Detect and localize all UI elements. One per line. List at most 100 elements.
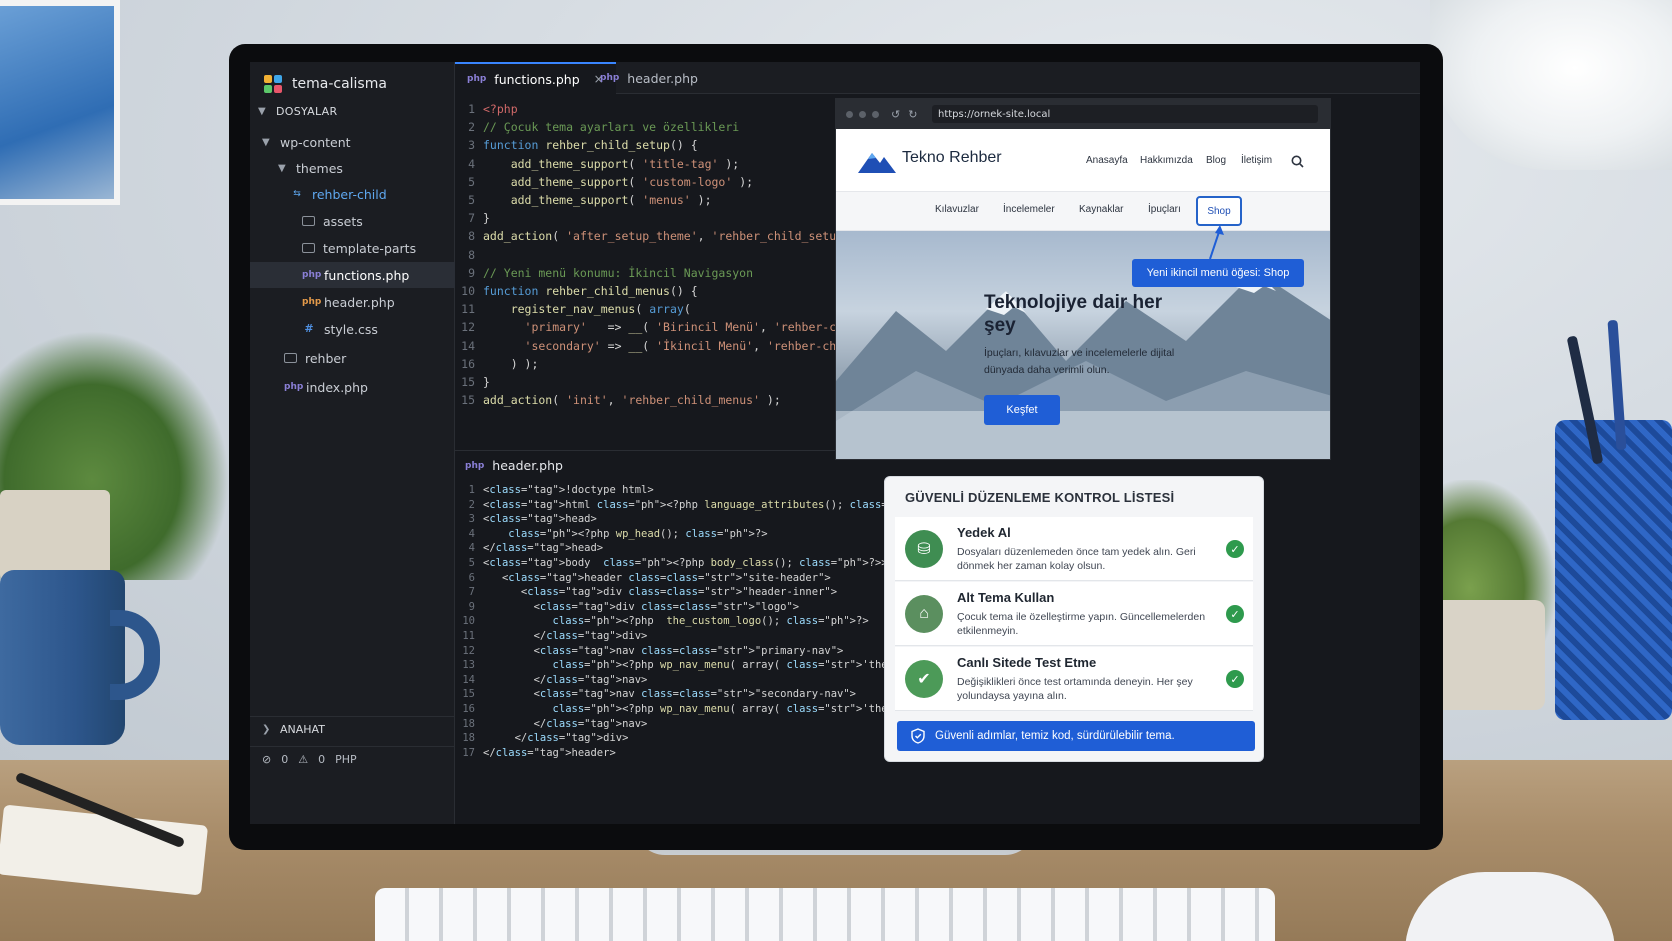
code-line[interactable]: 1 <?php [455,102,518,120]
tree-folder-themes[interactable]: ▼ themes [250,155,455,181]
code-line[interactable]: 15} [455,375,490,393]
error-icon[interactable]: ⊘ [262,753,271,766]
tab-label: functions.php [494,71,580,87]
code-line[interactable]: 11 register_nav_menus( array( [455,302,691,320]
code-line[interactable]: 7} [455,211,490,229]
code-line[interactable]: 16 ) ); [455,357,538,375]
chevron-down-icon: ▼ [262,136,270,148]
code-editor-functions[interactable]: 1 <?php 2 // Çocuk tema ayarları ve özellik… [455,102,891,448]
tree-folder-assets[interactable]: assets [250,208,455,234]
checklist-item-title: Alt Tema Kullan [957,590,1055,605]
code-line[interactable]: 15 add_action( 'init', 'rehber_child_menu… [455,393,781,411]
line-number: 10 [461,284,475,298]
code-text: } [483,211,490,226]
code-line[interactable]: 12 'primary' => __( 'Birincil Menü', 're… [455,320,892,338]
code-text: </class="tag">header> [483,746,616,759]
header-php-panel-title[interactable]: php header.php [465,458,563,473]
error-count[interactable]: 0 [281,753,288,766]
line-number: 9 [468,265,475,280]
window-dot[interactable] [846,110,853,118]
backup-icon: ⛁ [905,530,943,568]
new-menu-callout: Yeni ikincil menü öğesi: Shop [1132,259,1304,287]
code-line[interactable]: 2 // Çocuk tema ayarları ve özellikleri [455,120,739,138]
back-icon[interactable]: ↺ [891,108,900,121]
banner-text: Güvenli adımlar, temiz kod, sürdürülebil… [935,730,1175,742]
tab-header-php[interactable]: php header.php [588,62,710,94]
primary-nav-iletisim[interactable]: İletişim [1241,155,1272,166]
tree-item-label: wp-content [280,134,351,150]
php-file-icon: php [302,297,322,307]
code-line[interactable]: 5 add_theme_support( 'custom-logo' ); [455,175,753,193]
site-logo-icon[interactable] [858,147,896,173]
primary-nav-hakkimizda[interactable]: Hakkımızda [1140,155,1193,166]
tree-file-functions-php[interactable]: php functions.php [250,262,455,288]
address-bar[interactable]: https://ornek-site.local [932,105,1318,123]
tree-file-index-php[interactable]: php index.php [250,374,455,400]
checklist-item-test: ✔ Canlı Sitede Test Etme Değişiklikleri … [895,647,1253,711]
tree-folder-rehber-child[interactable]: ⇆ rehber-child [250,181,455,207]
secondary-nav-bar: Kılavuzlar İncelemeler Kaynaklar İpuçlar… [836,191,1330,231]
secondary-nav-shop[interactable]: Shop [1196,196,1242,226]
workspace-title[interactable]: tema-calisma [264,72,387,96]
checklist-item-child-theme: ⌂ Alt Tema Kullan Çocuk tema ile özelleş… [895,582,1253,646]
code-line[interactable]: 10 function rehber_child_menus() { [455,284,698,302]
window-dot[interactable] [859,110,866,118]
line-number: 2 [468,120,475,135]
language-mode[interactable]: PHP [335,753,357,766]
code-line[interactable]: 17 </class="tag">header> [455,746,616,765]
php-file-icon: php [467,74,487,84]
line-number: 1 [468,102,475,116]
line-number: 8 [468,229,475,244]
shield-check-icon: ✔ [905,660,943,698]
secondary-nav-kilavuzlar[interactable]: Kılavuzlar [935,204,979,215]
line-number: 3 [468,138,475,153]
primary-nav-anasayfa[interactable]: Anasayfa [1086,155,1128,166]
code-text: <?php [483,102,518,116]
checklist-item-title: Yedek Al [957,525,1011,540]
pencil-cup [1555,420,1672,720]
code-line[interactable]: 14 'secondary' => __( 'İkincil Menü', 'r… [455,339,885,357]
tree-folder-wp-content[interactable]: ▼ wp-content [250,129,455,155]
editor-window: tema-calisma ▼ DOSYALAR ▼ wp-content ▼ t… [250,62,1420,824]
line-number: 14 [461,338,475,353]
code-text: 'primary' => __( 'Birincil Menü', 'rehbe… [524,320,892,335]
line-number: 11 [461,302,475,317]
site-name[interactable]: Tekno Rehber [902,149,1002,167]
code-line[interactable]: 9 // Yeni menü konumu: İkincil Navigasyon [455,266,753,284]
plant-pot-left [0,490,110,580]
search-icon[interactable] [1291,155,1304,168]
line-number: 4 [468,156,475,171]
outline-section-header[interactable]: ❯ ANAHAT [250,716,455,742]
code-line[interactable]: 3 function rehber_child_setup() { [455,138,698,156]
checklist-banner: Güvenli adımlar, temiz kod, sürdürülebil… [897,721,1255,751]
tree-item-label: assets [323,213,363,229]
tab-bar: php functions.php × php header.php [455,62,1420,94]
code-text: // Çocuk tema ayarları ve özellikleri [483,120,740,135]
tree-folder-template-parts[interactable]: template-parts [250,235,455,261]
reload-icon[interactable]: ↻ [908,108,917,121]
warning-icon[interactable]: ⚠ [298,753,308,766]
tree-folder-rehber[interactable]: rehber [250,345,455,371]
code-line[interactable]: 8 add_action( 'after_setup_theme', 'rehbe… [455,229,871,247]
secondary-nav-ipuclari[interactable]: İpuçları [1148,204,1181,215]
secondary-nav-kaynaklar[interactable]: Kaynaklar [1079,204,1123,215]
code-line[interactable]: 8 [455,248,483,266]
explorer-section-label: DOSYALAR [276,105,338,118]
code-line[interactable]: 4 add_theme_support( 'title-tag' ); [455,157,739,175]
hero-title: Teknolojiye dair her şey [984,292,1163,336]
explorer-section-header[interactable]: ▼ DOSYALAR [258,105,337,118]
warning-count[interactable]: 0 [318,753,325,766]
tree-item-label: themes [296,160,343,176]
tree-file-header-php[interactable]: php header.php [250,289,455,315]
tree-file-style-css[interactable]: # style.css [250,316,455,342]
code-text: add_theme_support( 'menus' ); [510,193,712,207]
primary-nav-blog[interactable]: Blog [1206,155,1226,166]
code-editor-header[interactable]: 1 <class="tag">!doctype html> 2 <class="tag… [455,484,1254,824]
window-dot[interactable] [872,110,879,118]
line-number: 5 [468,174,475,189]
hero-cta-button[interactable]: Keşfet [984,395,1060,425]
secondary-nav-incelemeler[interactable]: İncelemeler [1003,204,1055,215]
code-text: register_nav_menus( array( [510,302,691,317]
checklist-item-backup: ⛁ Yedek Al Dosyaları düzenlemeden önce t… [895,517,1253,581]
code-line[interactable]: 5 add_theme_support( 'menus' ); [455,193,712,211]
